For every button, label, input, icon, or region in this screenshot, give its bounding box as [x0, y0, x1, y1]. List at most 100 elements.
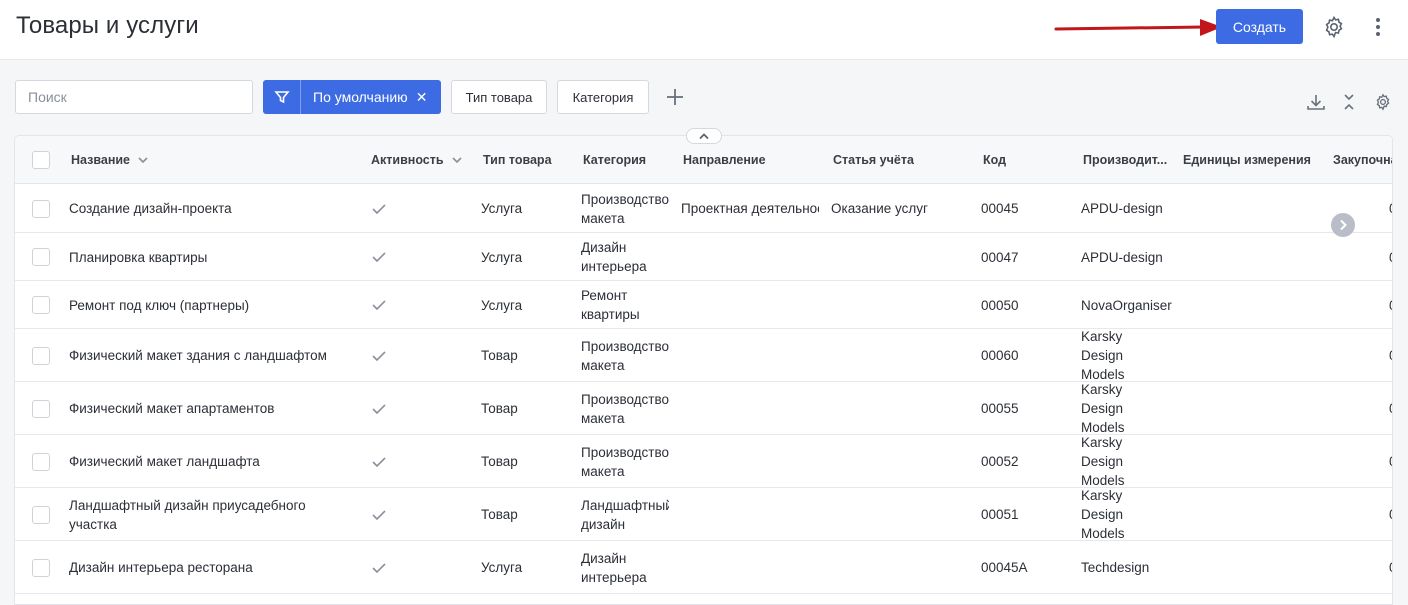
cell-type: Товар — [481, 454, 518, 469]
settings-gear-icon[interactable] — [1322, 15, 1346, 39]
cell-category: Дизайн интерьера — [581, 550, 647, 585]
collapse-filters-toggle[interactable] — [686, 128, 722, 144]
cell-purchase: 0 — [1389, 248, 1392, 267]
cell-purchase: 0 — [1389, 505, 1392, 524]
search-input[interactable] — [15, 80, 253, 114]
cell-maker: APDU-design — [1081, 249, 1163, 265]
cell-maker: Karsky Design Models — [1081, 488, 1125, 541]
cell-category: Ремонт квартиры — [581, 288, 640, 322]
cell-code: 00051 — [981, 507, 1019, 522]
download-icon[interactable] — [1306, 93, 1326, 111]
filter-preset-label: По умолчанию — [313, 89, 408, 105]
checkmark-icon — [372, 252, 386, 262]
cell-type: Товар — [481, 401, 518, 416]
scroll-right-button[interactable] — [1331, 213, 1355, 237]
table-row[interactable]: Физический макет ландшафта Товар Производс… — [15, 435, 1392, 488]
cell-name: Ремонт под ключ (партнеры) — [69, 297, 250, 313]
chevron-up-icon — [699, 133, 709, 140]
checkmark-icon — [372, 562, 386, 573]
annotation-arrow — [1054, 19, 1222, 36]
cell-direction: Проектная деятельность — [681, 201, 819, 216]
cell-name: Создание дизайн-проекта — [69, 201, 232, 216]
row-checkbox[interactable] — [32, 452, 50, 471]
cell-name: Физический макет ландшафта — [69, 454, 260, 469]
column-header-code[interactable]: Код — [983, 153, 1006, 167]
cell-maker: Karsky Design Models — [1081, 329, 1125, 382]
cell-purchase: 0 — [1389, 199, 1392, 218]
cell-code: 00052 — [981, 454, 1019, 469]
cell-category: Производство макета — [581, 444, 669, 479]
cell-category: Дизайн интерьера — [581, 240, 647, 274]
chevron-right-icon — [1340, 219, 1347, 231]
select-all-checkbox[interactable] — [32, 151, 50, 169]
cell-name: Физический макет здания с ландшафтом — [69, 348, 327, 363]
table-row[interactable]: Планировка квартиры Услуга Дизайн интерьер… — [15, 233, 1392, 281]
row-checkbox[interactable] — [32, 199, 50, 218]
table-row[interactable]: Физический макет апартаментов Товар Произв… — [15, 382, 1392, 435]
cell-category: Производство макета — [581, 191, 669, 226]
close-icon[interactable]: ✕ — [416, 89, 428, 106]
table-row[interactable]: Ландшафтный дизайн приусадебного участка… — [15, 488, 1392, 541]
collapse-rows-icon[interactable] — [1341, 93, 1357, 111]
cell-maker: APDU-design — [1081, 201, 1163, 216]
column-header-label: Название — [71, 153, 131, 167]
table-row[interactable]: Ремонт под ключ (партнеры) Услуга Ремонт к… — [15, 281, 1392, 329]
row-checkbox[interactable] — [32, 346, 50, 365]
cell-type: Товар — [481, 348, 518, 363]
row-checkbox[interactable] — [32, 505, 50, 524]
products-table: Название Активность Тип товара Категория… — [14, 135, 1393, 605]
cell-code: 00045A — [981, 560, 1028, 575]
table-row[interactable]: Создание дизайн-проекта Услуга Производств… — [15, 184, 1392, 233]
filter-chip-category[interactable]: Категория — [557, 80, 649, 114]
table-row[interactable]: Дизайн интерьера ресторана Услуга Дизайн и… — [15, 541, 1392, 594]
checkmark-icon — [372, 203, 386, 214]
checkmark-icon — [372, 350, 386, 361]
cell-purchase: 0 — [1389, 452, 1392, 471]
cell-code: 00060 — [981, 348, 1019, 363]
column-header-label: Активность — [371, 153, 444, 167]
cell-purchase: 0 — [1389, 558, 1392, 577]
column-header-direction[interactable]: Направление — [683, 153, 766, 167]
column-header-units[interactable]: Единицы измерения — [1183, 153, 1311, 167]
filter-chip-type[interactable]: Тип товара — [451, 80, 547, 114]
table-settings-gear-icon[interactable] — [1374, 93, 1392, 111]
top-bar: Товары и услуги Создать — [0, 0, 1408, 60]
column-header-type[interactable]: Тип товара — [483, 153, 552, 167]
column-header-purchase[interactable]: Закупочна — [1333, 153, 1392, 167]
more-options-icon[interactable] — [1370, 15, 1386, 39]
filter-icon — [263, 80, 301, 114]
row-checkbox[interactable] — [32, 399, 50, 418]
row-checkbox[interactable] — [32, 248, 50, 266]
cell-name: Дизайн интерьера ресторана — [69, 560, 253, 575]
table-row[interactable]: Физический макет здания с ландшафтом Това… — [15, 329, 1392, 382]
filter-preset-chip[interactable]: По умолчанию ✕ — [263, 80, 441, 114]
checkmark-icon — [372, 300, 386, 310]
cell-type: Услуга — [481, 560, 523, 575]
column-header-maker[interactable]: Производит... — [1083, 153, 1167, 167]
cell-type: Товар — [481, 507, 518, 522]
add-filter-icon[interactable] — [664, 86, 686, 108]
checkmark-icon — [372, 403, 386, 414]
chevron-down-icon — [451, 157, 462, 163]
cell-maker: Techdesign — [1081, 560, 1150, 575]
cell-purchase: 0 — [1389, 346, 1392, 365]
create-button[interactable]: Создать — [1216, 9, 1303, 44]
row-checkbox[interactable] — [32, 558, 50, 577]
column-header-account[interactable]: Статья учёта — [833, 153, 914, 167]
cell-maker: NovaOrganiser — [1081, 297, 1172, 313]
cell-maker: Karsky Design Models — [1081, 382, 1125, 435]
column-header-active[interactable]: Активность — [371, 153, 462, 167]
row-checkbox[interactable] — [32, 296, 50, 314]
cell-type: Услуга — [481, 297, 523, 313]
column-header-name[interactable]: Название — [71, 153, 148, 167]
cell-purchase: 0 — [1389, 399, 1392, 418]
cell-code: 00045 — [981, 201, 1019, 216]
cell-name: Ландшафтный дизайн приусадебного участка — [69, 497, 306, 532]
page-title: Товары и услуги — [16, 12, 199, 39]
checkmark-icon — [372, 456, 386, 467]
chevron-down-icon — [138, 157, 148, 163]
cell-type: Услуга — [481, 249, 523, 265]
column-header-category[interactable]: Категория — [583, 153, 646, 167]
cell-account: Оказание услуг — [831, 201, 928, 216]
cell-type: Услуга — [481, 201, 523, 216]
